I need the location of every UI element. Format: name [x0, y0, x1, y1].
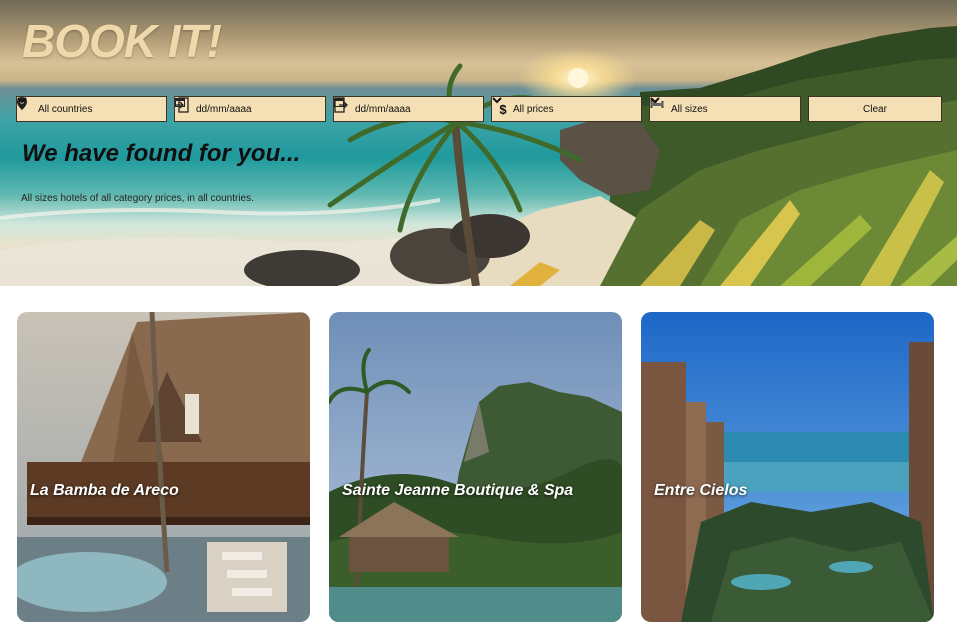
- hotel-image: [641, 312, 934, 622]
- hotel-card[interactable]: Entre Cielos: [641, 312, 934, 622]
- checkin-date-placeholder: dd/mm/aaaa: [196, 103, 252, 115]
- size-select-value: All sizes: [671, 103, 708, 115]
- hotel-card[interactable]: La Bamba de Areco: [17, 312, 310, 622]
- clear-button[interactable]: Clear: [808, 96, 942, 122]
- results-summary: All sizes hotels of all category prices,…: [21, 193, 254, 204]
- hotel-name: Sainte Jeanne Boutique & Spa: [342, 482, 574, 499]
- country-select-value: All countries: [38, 103, 93, 115]
- price-select-value: All prices: [513, 103, 554, 115]
- size-select[interactable]: All sizes: [649, 96, 801, 122]
- checkin-date-input[interactable]: dd/mm/aaaa: [174, 96, 326, 122]
- country-select[interactable]: All countries: [16, 96, 167, 122]
- price-select[interactable]: $ All prices: [491, 96, 642, 122]
- hero-banner: BOOK IT! All countries dd/mm/aaaa dd/mm/…: [0, 0, 957, 286]
- hotel-card[interactable]: Sainte Jeanne Boutique & Spa: [329, 312, 622, 622]
- hotel-image: [329, 312, 622, 622]
- hotel-name: La Bamba de Areco: [30, 482, 179, 499]
- brand-logo[interactable]: BOOK IT!: [22, 14, 222, 68]
- hotel-image: [17, 312, 310, 622]
- hotel-name: Entre Cielos: [654, 482, 748, 499]
- results-headline: We have found for you...: [22, 140, 301, 167]
- checkout-date-placeholder: dd/mm/aaaa: [355, 103, 411, 115]
- checkout-date-input[interactable]: dd/mm/aaaa: [333, 96, 484, 122]
